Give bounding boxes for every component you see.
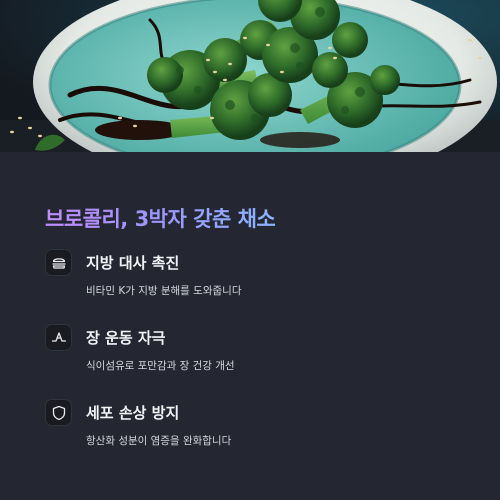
benefit-description: 식이섬유로 포만감과 장 건강 개선 bbox=[86, 360, 235, 372]
benefit-title: 지방 대사 촉진 bbox=[86, 254, 180, 272]
benefit-description: 항산화 성분이 염증을 완화합니다 bbox=[86, 435, 232, 447]
page: 브로콜리, 3박자 갖춘 채소 지방 대사 촉진 비타민 K가 지방 분해를 도… bbox=[0, 0, 500, 500]
page-title: 브로콜리, 3박자 갖춘 채소 bbox=[45, 203, 276, 233]
shield-icon bbox=[45, 399, 72, 426]
intestine-icon bbox=[45, 324, 72, 351]
benefit-description: 비타민 K가 지방 분해를 도와줍니다 bbox=[86, 285, 242, 297]
benefit-title: 장 운동 자극 bbox=[86, 329, 166, 347]
broccoli-salad-photo bbox=[0, 0, 500, 152]
benefit-title: 세포 손상 방지 bbox=[86, 404, 180, 422]
benefits-section: 브로콜리, 3박자 갖춘 채소 지방 대사 촉진 비타민 K가 지방 분해를 도… bbox=[0, 152, 500, 500]
burger-icon bbox=[45, 249, 72, 276]
